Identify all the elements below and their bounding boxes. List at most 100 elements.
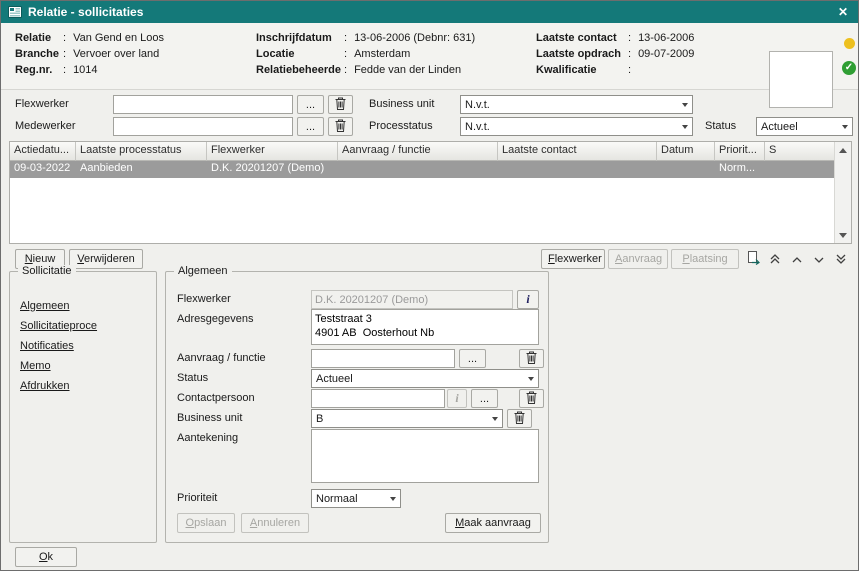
flexwerker-button[interactable]: Flexwerker (541, 249, 605, 269)
trash-icon (526, 351, 537, 367)
move-bottom-button[interactable] (831, 249, 851, 269)
form-aanvraag-label: Aanvraag / functie (177, 352, 266, 365)
form-adres-label: Adresgegevens (177, 313, 253, 326)
filter-flexwerker-browse-button[interactable]: ... (297, 95, 324, 114)
separator (628, 48, 631, 60)
ok-button[interactable]: Ok (15, 547, 77, 567)
scroll-up-icon[interactable] (835, 142, 851, 158)
window-title: Relatie - sollicitaties (28, 5, 143, 19)
verwijderen-button[interactable]: Verwijderen (69, 249, 143, 269)
chevron-down-icon (385, 490, 400, 507)
field-label: Relatie (15, 30, 63, 46)
filter-medewerker-input[interactable] (113, 117, 293, 136)
nav-sollicitatieproces-link[interactable]: Sollicitatieproce (20, 320, 97, 332)
nav-memo-link[interactable]: Memo (20, 360, 51, 372)
form-flexwerker-label: Flexwerker (177, 293, 231, 306)
move-up-button[interactable] (787, 249, 807, 269)
filter-processtatus-select[interactable]: N.v.t. (460, 117, 693, 136)
trash-icon (526, 391, 537, 407)
nav-notificaties-link[interactable]: Notificaties (20, 340, 74, 352)
form-business-unit-select[interactable]: B (311, 409, 503, 428)
column-header[interactable]: Laatste contact (498, 142, 657, 161)
filter-status-label: Status (705, 120, 736, 133)
aanvraag-browse-button[interactable]: ... (459, 349, 486, 368)
filter-flexwerker-clear-button[interactable] (328, 95, 353, 114)
opslaan-button[interactable]: Opslaan (177, 513, 235, 533)
status-yellow-icon (844, 38, 855, 49)
contactpersoon-browse-button[interactable]: ... (471, 389, 498, 408)
business-unit-clear-button[interactable] (507, 409, 532, 428)
aanvraag-clear-button[interactable] (519, 349, 544, 368)
field-value: 09-07-2009 (638, 48, 694, 60)
close-button[interactable]: ✕ (835, 5, 851, 19)
table-row[interactable]: 09-03-2022 Aanbieden D.K. 20201207 (Demo… (10, 161, 834, 178)
scroll-down-icon[interactable] (835, 227, 851, 243)
flexwerker-info-button[interactable]: i (517, 290, 539, 309)
sollicitatie-nav-group: Sollicitatie Algemeen Sollicitatieproce … (9, 271, 157, 543)
filter-status-select[interactable]: Actueel (756, 117, 853, 136)
cell-flexwerker: D.K. 20201207 (Demo) (207, 161, 338, 178)
header-field: BrancheVervoer over land (15, 46, 164, 62)
header-column-3: Laatste contact 13-06-2006 Laatste opdrac… (536, 30, 694, 78)
form-prioriteit-label: Prioriteit (177, 492, 217, 505)
form-aantekening-textarea[interactable] (311, 429, 539, 483)
separator (63, 64, 66, 76)
form-aanvraag-input[interactable] (311, 349, 455, 368)
header-field: Laatste opdrach 09-07-2009 (536, 46, 694, 62)
field-value: 13-06-2006 (Debnr: 631) (354, 32, 475, 44)
status-check-icon: ✓ (842, 61, 856, 75)
annuleren-button[interactable]: Annuleren (241, 513, 309, 533)
field-value: 13-06-2006 (638, 32, 694, 44)
form-contactpersoon-label: Contactpersoon (177, 392, 255, 405)
column-header[interactable]: Flexwerker (207, 142, 338, 161)
filter-business-unit-select[interactable]: N.v.t. (460, 95, 693, 114)
double-chevron-down-icon (836, 252, 846, 267)
header-field: Laatste contact 13-06-2006 (536, 30, 694, 46)
cell-status (765, 161, 834, 178)
move-down-button[interactable] (809, 249, 829, 269)
filter-business-unit-label: Business unit (369, 98, 434, 111)
header-column-2: Inschrijfdatum13-06-2006 (Debnr: 631) Lo… (256, 30, 475, 78)
filter-flexwerker-input[interactable] (113, 95, 293, 114)
column-header[interactable]: Priorit... (715, 142, 765, 161)
column-header[interactable]: Laatste processtatus (76, 142, 207, 161)
chevron-down-icon (677, 118, 692, 135)
form-status-label: Status (177, 372, 208, 385)
nav-afdrukken-link[interactable]: Afdrukken (20, 380, 70, 392)
table-scrollbar[interactable] (834, 142, 851, 243)
field-label: Inschrijfdatum (256, 30, 344, 46)
nav-algemeen-link[interactable]: Algemeen (20, 300, 70, 312)
form-flexwerker-input (311, 290, 513, 309)
form-status-select[interactable]: Actueel (311, 369, 539, 388)
filter-medewerker-clear-button[interactable] (328, 117, 353, 136)
titlebar[interactable]: Relatie - sollicitaties ✕ (1, 1, 858, 23)
filter-flexwerker-label: Flexwerker (15, 98, 69, 111)
column-header[interactable]: Datum (657, 142, 715, 161)
field-value: Van Gend en Loos (73, 32, 164, 44)
field-label: Laatste contact (536, 30, 628, 46)
filter-medewerker-browse-button[interactable]: ... (297, 117, 324, 136)
column-header[interactable]: Aanvraag / functie (338, 142, 498, 161)
contactpersoon-info-button[interactable]: i (447, 389, 467, 408)
form-contactpersoon-input[interactable] (311, 389, 445, 408)
cell-actiedatum: 09-03-2022 (10, 161, 76, 178)
maak-aanvraag-button[interactable]: Maak aanvraag (445, 513, 541, 533)
field-label: Laatste opdrach (536, 46, 628, 62)
chevron-up-icon (792, 252, 802, 267)
chevron-down-icon (677, 96, 692, 113)
move-top-button[interactable] (765, 249, 785, 269)
plaatsing-button[interactable]: Plaatsing (671, 249, 739, 269)
field-label: Relatiebeheerde (256, 62, 344, 78)
trash-icon (335, 119, 346, 135)
selected-value: B (316, 413, 487, 425)
aanvraag-button[interactable]: Aanvraag (608, 249, 668, 269)
column-header[interactable]: S (765, 142, 834, 161)
header-field: Relatie Van Gend en Loos (15, 30, 164, 46)
column-header[interactable]: Actiedatu... (10, 142, 76, 161)
form-adres-textarea[interactable]: Teststraat 3 4901 AB Oosterhout Nb (311, 309, 539, 345)
separator (628, 64, 631, 76)
cell-prioriteit: Norm... (715, 161, 765, 178)
contactpersoon-clear-button[interactable] (519, 389, 544, 408)
form-prioriteit-select[interactable]: Normaal (311, 489, 401, 508)
copy-record-button[interactable] (743, 249, 763, 269)
